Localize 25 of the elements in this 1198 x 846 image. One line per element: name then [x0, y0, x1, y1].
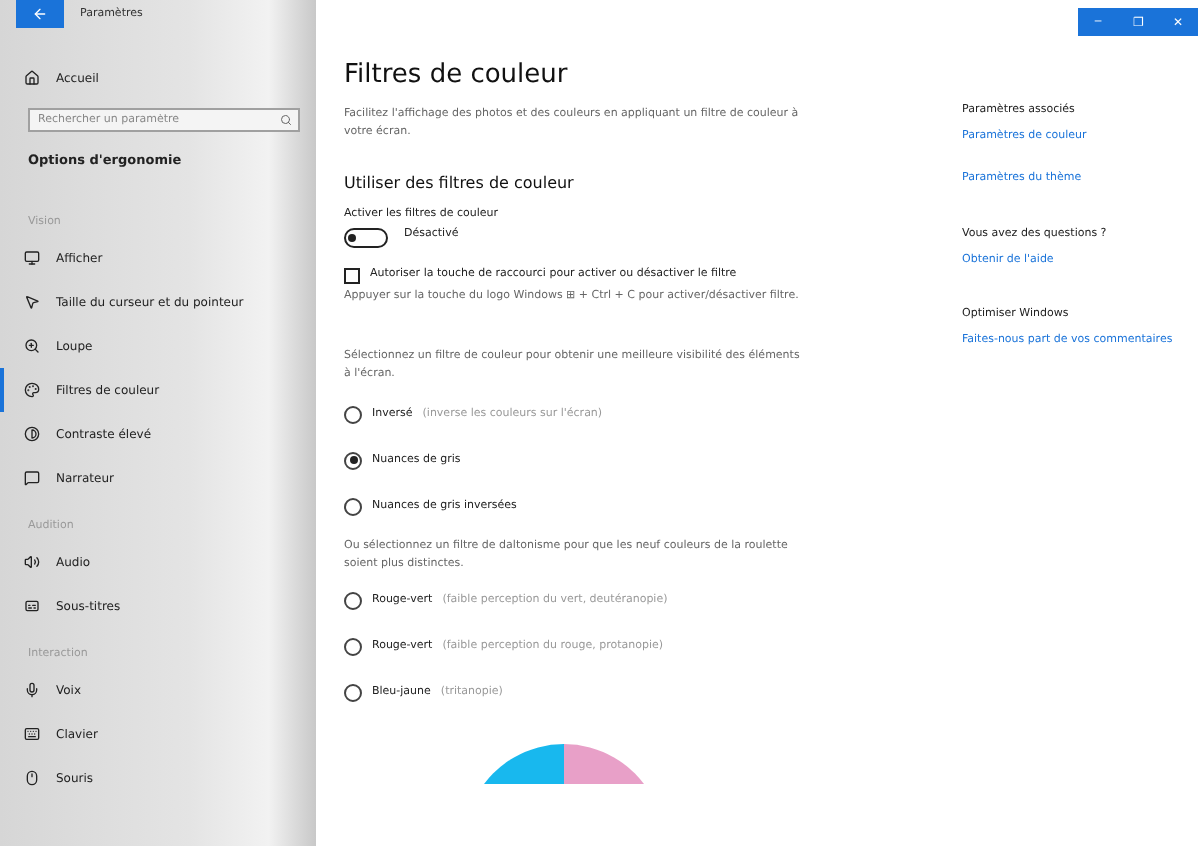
speaker-icon — [24, 554, 40, 570]
keyboard-icon — [24, 726, 40, 742]
magnifier-icon — [24, 338, 40, 354]
search-icon — [280, 114, 292, 126]
toggle-switch[interactable] — [344, 227, 388, 248]
monitor-icon — [24, 250, 40, 266]
checkbox[interactable] — [344, 267, 360, 284]
back-arrow-icon — [32, 6, 48, 22]
speech-bubble-icon — [24, 470, 40, 486]
captions-icon — [24, 598, 40, 614]
section-heading: Utiliser des filtres de couleur — [344, 173, 576, 192]
home-icon — [24, 70, 40, 86]
radio-button[interactable] — [344, 497, 362, 516]
palette-icon — [24, 382, 40, 398]
page-title: Filtres de couleur — [344, 60, 570, 90]
radio-button[interactable] — [344, 405, 362, 424]
radio-button[interactable] — [344, 683, 362, 702]
back-button[interactable] — [16, 0, 64, 28]
microphone-icon — [24, 682, 40, 698]
pointer-icon — [24, 294, 40, 310]
radio-button[interactable] — [344, 451, 362, 470]
mouse-icon — [24, 770, 40, 786]
radio-button[interactable] — [344, 591, 362, 610]
radio-button[interactable] — [344, 637, 362, 656]
contrast-icon — [24, 426, 40, 442]
